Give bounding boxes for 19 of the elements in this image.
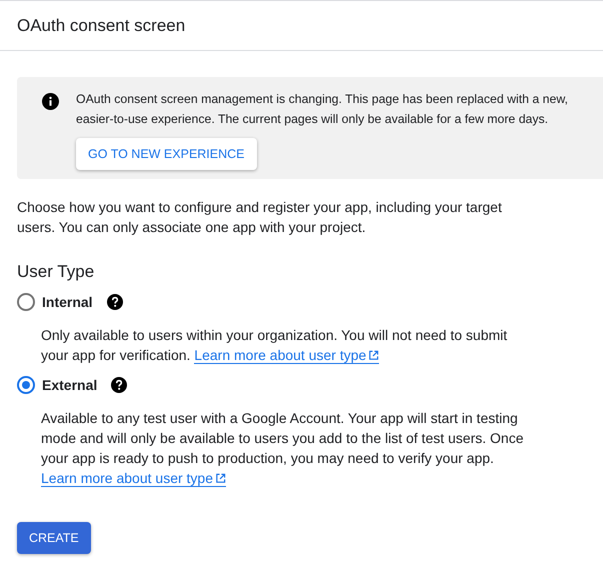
external-link-icon[interactable] (215, 473, 226, 484)
option-label: Internal (42, 294, 93, 310)
create-button[interactable]: CREATE (17, 522, 91, 554)
help-icon[interactable] (111, 377, 128, 393)
intro-text: Choose how you want to configure and register your app, including your target users. You can only associate one app with your project. (17, 198, 503, 237)
section-heading: User Type (17, 262, 96, 282)
external-link-icon[interactable] (368, 350, 380, 361)
page-title: OAuth consent screen (17, 16, 186, 36)
notice-message: OAuth consent screen management is changing. This page has been replaced with a new, easier-to-use experience. The current pages will only be available for a few more days. (76, 91, 569, 128)
info-icon (42, 93, 59, 110)
radio-button[interactable] (17, 293, 35, 311)
option-description: Only available to users within your organization. You will not need to submit your app for verification. Learn more about user type (41, 326, 508, 365)
radio-button[interactable] (17, 376, 35, 394)
learn-more-link[interactable]: Learn more about user type (194, 347, 380, 364)
option-description: Available to any test user with a Google Account. Your app will start in testing mode and will only be available to users you add to the list of test users. Once your app is ready to push to production, you may need to verify your app. Learn more about user type (41, 409, 524, 488)
new-experience-button[interactable]: GO TO NEW EXPERIENCE (76, 138, 257, 170)
learn-more-link[interactable]: Learn more about user type (41, 470, 226, 487)
option-label: External (42, 377, 98, 393)
help-icon[interactable] (106, 294, 123, 310)
